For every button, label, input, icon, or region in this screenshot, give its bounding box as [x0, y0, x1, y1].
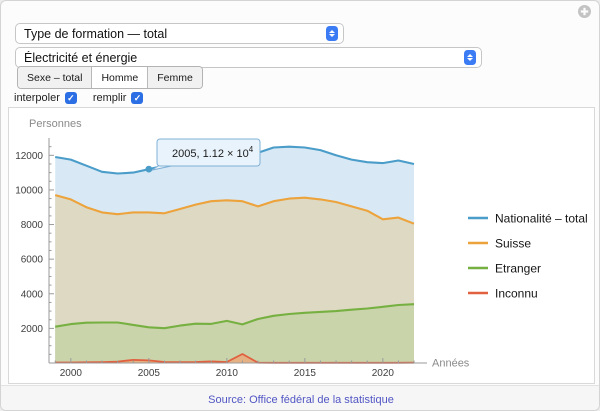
setter-sexe-total[interactable]: Sexe – total	[18, 67, 92, 88]
domain-dropdown-value: Électricité et énergie	[24, 51, 464, 65]
manipulate-widget: Type de formation — total Électricité et…	[0, 0, 600, 411]
setter-homme[interactable]: Homme	[92, 67, 148, 88]
legend-label: Nationalité – total	[495, 212, 588, 226]
formation-dropdown[interactable]: Type de formation — total	[15, 23, 344, 44]
x-tick-label: 2000	[60, 368, 83, 379]
remplir-checkbox[interactable]: ✓	[131, 92, 143, 104]
x-tick-label: 2020	[372, 368, 395, 379]
y-tick-label: 8000	[21, 220, 44, 231]
options-row: interpoler ✓ remplir ✓	[14, 91, 143, 105]
y-axis-title: Personnes	[29, 118, 82, 130]
chart-panel: 2000 4000 6000 8000 10000 12000 2000 2005 2010 20…	[8, 107, 595, 384]
sexe-setter-bar: Sexe – total Homme Femme	[17, 66, 203, 89]
legend-label: Inconnu	[495, 287, 538, 301]
x-tick-label: 2010	[216, 368, 239, 379]
y-tick-label: 10000	[15, 185, 43, 196]
y-tick-label: 12000	[15, 151, 43, 162]
domain-dropdown[interactable]: Électricité et énergie	[15, 47, 482, 68]
interpoler-checkbox[interactable]: ✓	[65, 92, 77, 104]
source-link[interactable]: Source: Office fédéral de la statistique	[208, 394, 394, 406]
dropdown-stepper-icon	[464, 50, 476, 65]
x-tick-label: 2015	[294, 368, 317, 379]
x-tick-label: 2005	[138, 368, 161, 379]
remplir-label: remplir	[93, 92, 127, 104]
y-tick-label: 2000	[21, 324, 44, 335]
legend-label: Suisse	[495, 237, 531, 251]
interpoler-label: interpoler	[14, 92, 60, 104]
setter-femme[interactable]: Femme	[148, 67, 202, 88]
y-tick-label: 4000	[21, 289, 44, 300]
source-footer: Source: Office fédéral de la statistique	[1, 385, 600, 411]
legend-label: Etranger	[495, 262, 541, 276]
tooltip-label: 2005, 1.12 × 104	[172, 145, 254, 160]
x-axis-title: Années	[432, 358, 470, 370]
chart-canvas[interactable]: 2000 4000 6000 8000 10000 12000 2000 2005 2010 20…	[9, 108, 594, 383]
dropdown-stepper-icon	[326, 26, 338, 41]
highlighted-data-point[interactable]	[145, 166, 152, 173]
formation-dropdown-value: Type de formation — total	[24, 27, 326, 41]
expand-controls-icon[interactable]	[578, 5, 591, 18]
y-tick-label: 6000	[21, 255, 44, 266]
